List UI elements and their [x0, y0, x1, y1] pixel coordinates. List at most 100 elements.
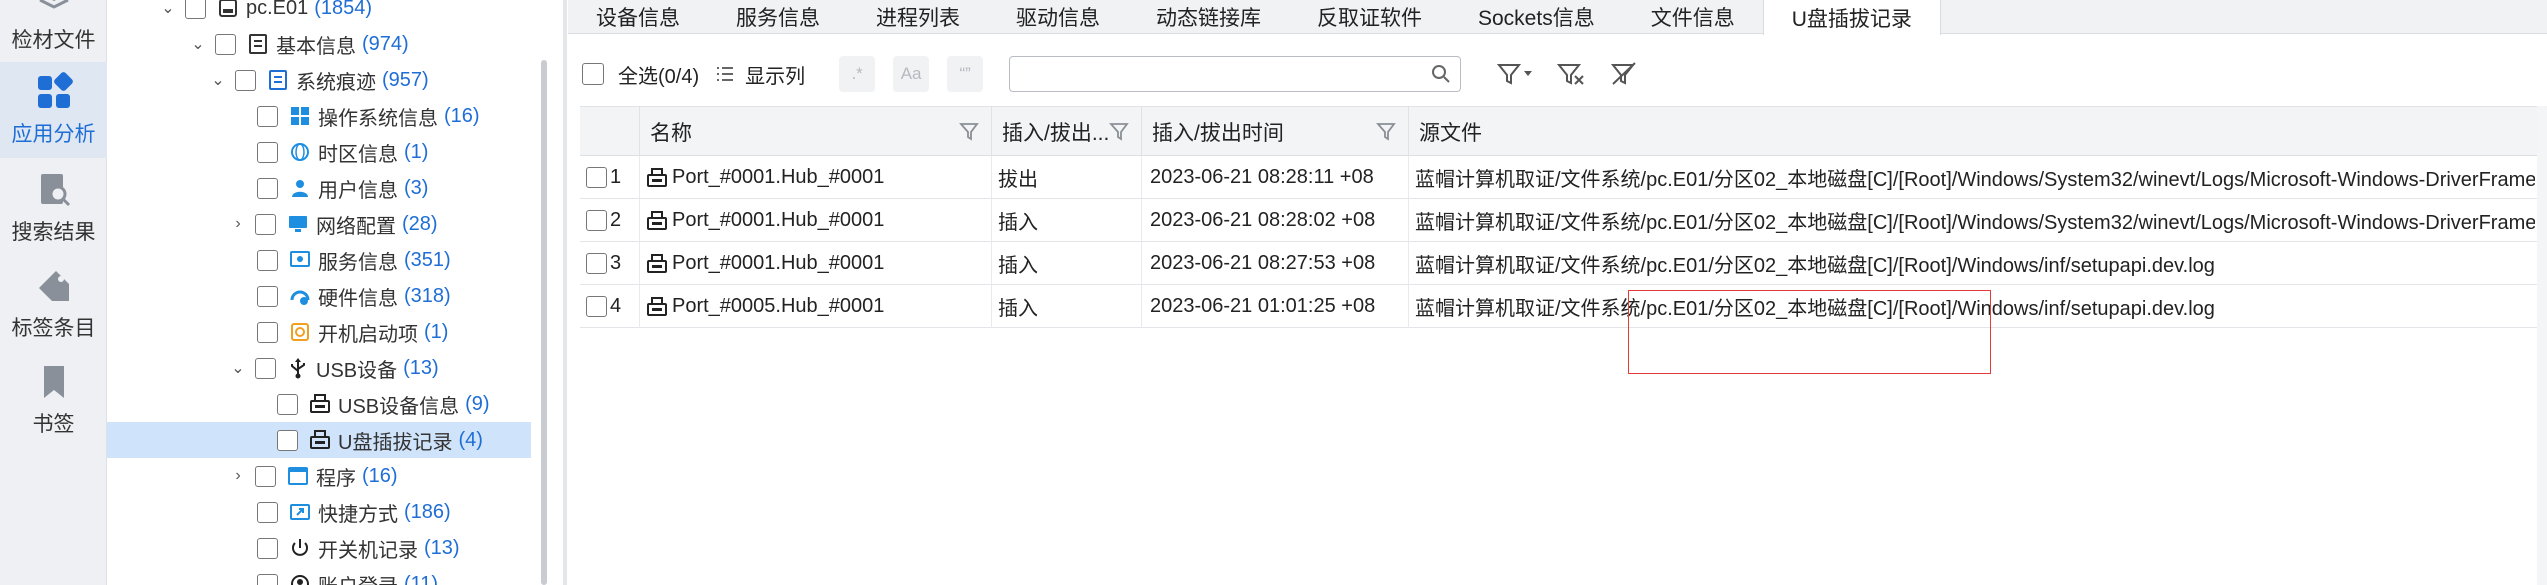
chevron-right-icon[interactable]: › [227, 465, 249, 487]
filter-dropdown-icon[interactable] [1497, 56, 1537, 92]
row-index: 3 [610, 252, 622, 274]
tab-anti-forensics[interactable]: 反取证软件 [1289, 0, 1450, 34]
regex-button[interactable]: .* [839, 56, 876, 92]
tree-node-basic-info[interactable]: ⌄ 基本信息 (974) [187, 26, 408, 62]
tree-checkbox[interactable] [257, 573, 278, 585]
row-index-cell[interactable]: 3 [580, 242, 640, 285]
tree-node-services[interactable]: 服务信息 (351) [257, 242, 451, 278]
tree-checkbox[interactable] [257, 249, 278, 271]
name-cell: Port_#0001.Hub_#0001 [640, 199, 992, 242]
tree-checkbox[interactable] [255, 357, 276, 379]
device-name: Port_#0001.Hub_#0001 [672, 252, 885, 274]
rail-item-app-analysis[interactable]: 应用分析 [0, 62, 107, 158]
row-index-cell[interactable]: 2 [580, 199, 640, 242]
tab-driver-info[interactable]: 驱动信息 [988, 0, 1128, 34]
tab-dll[interactable]: 动态链接库 [1128, 0, 1289, 34]
exact-match-button[interactable]: “” [947, 56, 984, 92]
row-index-cell[interactable]: 4 [580, 285, 640, 328]
row-checkbox[interactable] [586, 210, 607, 231]
tree-checkbox[interactable] [215, 33, 236, 55]
tree-checkbox[interactable] [257, 537, 278, 559]
disk-image-icon [216, 0, 240, 20]
printer-icon [308, 392, 332, 416]
header-name[interactable]: 名称 [640, 107, 992, 157]
tab-file-info[interactable]: 文件信息 [1623, 0, 1763, 34]
filter-remove-icon[interactable] [1605, 56, 1645, 92]
rail-item-search-results[interactable]: 搜索结果 [0, 170, 107, 250]
column-filter-icon[interactable] [1376, 121, 1398, 143]
header-action[interactable]: 插入/拔出... [992, 107, 1142, 157]
tab-usb-plug-records[interactable]: U盘插拔记录 [1762, 0, 1941, 35]
search-icon[interactable] [1430, 63, 1452, 85]
show-columns-button[interactable]: 显示列 [745, 60, 805, 89]
rail-item-evidence[interactable]: 检材文件 [0, 0, 107, 52]
tree-node-label: 硬件信息 [318, 287, 398, 310]
tab-process-list[interactable]: 进程列表 [848, 0, 988, 34]
chevron-right-icon[interactable]: › [227, 213, 249, 235]
filter-clear-icon[interactable] [1551, 56, 1591, 92]
tree-node-pc-e01[interactable]: ⌄ pc.E01 (1854) [157, 0, 372, 26]
tree-node-hardware[interactable]: 硬件信息 (318) [257, 278, 451, 314]
table-row[interactable]: 1 Port_#0001.Hub_#0001 拔出 2023-06-21 08:… [580, 156, 2547, 199]
tree-node-network[interactable]: › 网络配置 (28) [227, 206, 437, 242]
tree-node-usb-devices[interactable]: ⌄ USB设备 (13) [227, 350, 438, 386]
tree-checkbox[interactable] [277, 429, 298, 451]
tree-node-programs[interactable]: › 程序 (16) [227, 458, 397, 494]
tree-checkbox[interactable] [257, 285, 278, 307]
tree-checkbox[interactable] [185, 0, 206, 19]
tree-node-account-login[interactable]: 账户登录 (11) [257, 566, 438, 585]
header-time[interactable]: 插入/拔出时间 [1142, 107, 1409, 157]
tree-scrollbar[interactable] [541, 60, 547, 585]
tree-node-usb-device-info[interactable]: USB设备信息 (9) [277, 386, 490, 422]
tree-node-system-traces[interactable]: ⌄ 系统痕迹 (957) [207, 62, 428, 98]
match-case-button[interactable]: Aa [893, 56, 930, 92]
tree-checkbox[interactable] [257, 321, 278, 343]
rail-item-tags[interactable]: 标签条目 [0, 266, 107, 346]
tree-node-shortcuts[interactable]: 快捷方式 (186) [257, 494, 451, 530]
tree-checkbox[interactable] [277, 393, 298, 415]
row-checkbox[interactable] [586, 296, 607, 317]
tree-checkbox[interactable] [255, 465, 276, 487]
columns-icon[interactable] [715, 64, 735, 84]
rail-item-bookmarks[interactable]: 书签 [0, 362, 107, 442]
tree-checkbox[interactable] [257, 177, 278, 199]
row-index-cell[interactable]: 1 [580, 156, 640, 199]
chevron-down-icon[interactable]: ⌄ [207, 69, 229, 91]
table-row[interactable]: 4 Port_#0005.Hub_#0001 插入 2023-06-21 01:… [580, 285, 2547, 328]
action-cell: 插入 [992, 242, 1142, 285]
tree-node-power-records[interactable]: 开关机记录 (13) [257, 530, 460, 566]
tree-checkbox[interactable] [235, 69, 256, 91]
column-filter-icon[interactable] [959, 121, 981, 143]
tree-checkbox[interactable] [255, 213, 276, 235]
panel-splitter[interactable] [563, 0, 567, 585]
chevron-down-icon[interactable]: ⌄ [157, 0, 179, 19]
tree-node-user-info[interactable]: 用户信息 (3) [257, 170, 428, 206]
rail-label: 检材文件 [11, 29, 96, 52]
tab-sockets[interactable]: Sockets信息 [1450, 0, 1623, 34]
tab-service-info[interactable]: 服务信息 [708, 0, 848, 34]
tree-node-startup[interactable]: 开机启动项 (1) [257, 314, 448, 350]
select-all-checkbox[interactable] [582, 63, 604, 85]
tree-node-label: 快捷方式 [318, 503, 398, 526]
tree-node-os-info[interactable]: 操作系统信息 (16) [257, 98, 480, 134]
tree-checkbox[interactable] [257, 501, 278, 523]
row-checkbox[interactable] [586, 253, 607, 274]
window-icon [286, 464, 310, 488]
tree-node-usb-plug-records[interactable]: U盘插拔记录 (4) [107, 422, 531, 458]
tree-checkbox[interactable] [257, 105, 278, 127]
column-filter-icon[interactable] [1109, 121, 1131, 143]
table-scrollbar[interactable] [2537, 106, 2547, 585]
monitor-icon [286, 212, 310, 236]
table-row[interactable]: 3 Port_#0001.Hub_#0001 插入 2023-06-21 08:… [580, 242, 2547, 285]
tree-node-timezone[interactable]: 时区信息 (1) [257, 134, 428, 170]
rail-label: 应用分析 [11, 123, 96, 146]
tab-bar: 设备信息 服务信息 进程列表 驱动信息 动态链接库 反取证软件 Sockets信… [568, 0, 2547, 35]
row-checkbox[interactable] [586, 167, 607, 188]
header-source[interactable]: 源文件 [1409, 107, 2535, 157]
search-input[interactable] [1009, 56, 1462, 92]
tree-checkbox[interactable] [257, 141, 278, 163]
chevron-down-icon[interactable]: ⌄ [227, 357, 249, 379]
tab-device-info[interactable]: 设备信息 [568, 0, 708, 34]
table-row[interactable]: 2 Port_#0001.Hub_#0001 插入 2023-06-21 08:… [580, 199, 2547, 242]
chevron-down-icon[interactable]: ⌄ [187, 33, 209, 55]
